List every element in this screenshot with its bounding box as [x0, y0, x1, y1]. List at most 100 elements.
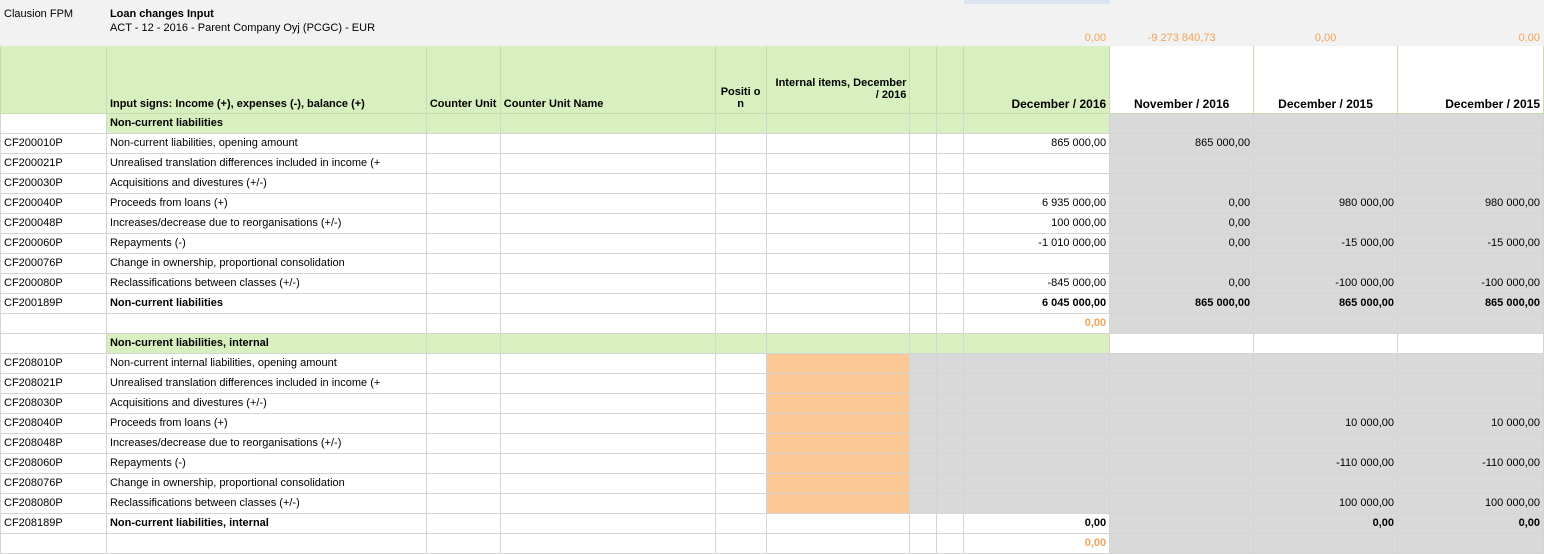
header-position: Positi on: [714, 45, 767, 114]
value-nov2016: [1109, 173, 1255, 194]
account-description: Increases/decrease due to reorganisation…: [105, 213, 427, 234]
spacer-cell: [909, 473, 938, 494]
value-nov2016: [1109, 253, 1255, 274]
spacer-cell: [936, 233, 965, 254]
total-row: CF208189P Non-current liabilities, intern…: [0, 513, 1544, 534]
data-row: CF208048P Increases/decrease due to reorg…: [0, 433, 1544, 454]
internal-items-cell: [765, 213, 911, 234]
counter-unit-cell[interactable]: [425, 133, 501, 154]
value-nov2016: 0,00: [1109, 213, 1255, 234]
account-code: CF208040P: [0, 413, 107, 434]
spacer-cell: [936, 393, 965, 414]
value-dec2015a: 100 000,00: [1253, 493, 1398, 514]
account-description: Change in ownership, proportional consol…: [105, 253, 427, 274]
value-dec2016[interactable]: 865 000,00: [963, 133, 1111, 154]
section-fill: [1109, 113, 1255, 134]
counter-unit-cell[interactable]: [425, 153, 501, 174]
position-cell: [714, 193, 767, 214]
value-dec2015b: -110 000,00: [1397, 453, 1544, 474]
account-description: Increases/decrease due to reorganisation…: [105, 433, 427, 454]
value-dec2015b: [1397, 353, 1544, 374]
value-dec2016: [963, 473, 1111, 494]
section-fill: [936, 333, 965, 354]
counter-unit-cell[interactable]: [425, 473, 501, 494]
account-code: CF200030P: [0, 173, 107, 194]
internal-items-cell: [765, 233, 911, 254]
position-cell: [714, 273, 767, 294]
internal-items-cell[interactable]: [765, 433, 911, 454]
section-fill: [425, 113, 501, 134]
empty-cell: [425, 293, 501, 314]
value-dec2015a: [1253, 353, 1398, 374]
value-dec2016[interactable]: -1 010 000,00: [963, 233, 1111, 254]
header-dec2015a: December / 2015: [1253, 45, 1398, 114]
loan-changes-grid: Clausion FPM Loan changes Input ACT - 12…: [0, 4, 1544, 554]
internal-items-cell[interactable]: [765, 353, 911, 374]
internal-items-cell[interactable]: [765, 393, 911, 414]
value-dec2015a: -15 000,00: [1253, 233, 1398, 254]
spacer-cell: [936, 413, 965, 434]
empty-cell: [714, 513, 767, 534]
section-title: Non-current liabilities: [105, 113, 427, 134]
counter-unit-cell[interactable]: [425, 213, 501, 234]
value-dec2016[interactable]: -845 000,00: [963, 273, 1111, 294]
counter-unit-cell[interactable]: [425, 233, 501, 254]
counter-unit-name-cell: [499, 353, 716, 374]
position-cell: [714, 233, 767, 254]
empty-cell: [936, 533, 965, 554]
value-dec2015a: [1253, 373, 1398, 394]
empty-cell: [936, 513, 965, 534]
counter-unit-name-cell: [499, 273, 716, 294]
value-nov2016: [1109, 453, 1255, 474]
spacer-cell: [936, 193, 965, 214]
counter-unit-cell[interactable]: [425, 453, 501, 474]
counter-unit-name-cell: [499, 413, 716, 434]
internal-items-cell[interactable]: [765, 493, 911, 514]
account-code: CF200040P: [0, 193, 107, 214]
info-row: Clausion FPM Loan changes Input ACT - 12…: [0, 4, 1544, 46]
counter-unit-name-cell: [499, 393, 716, 414]
header-input-signs: Input signs: Income (+), expenses (-), b…: [105, 45, 427, 114]
counter-unit-cell[interactable]: [425, 253, 501, 274]
counter-unit-cell[interactable]: [425, 193, 501, 214]
value-dec2016: [963, 173, 1111, 194]
counter-unit-cell[interactable]: [425, 413, 501, 434]
internal-items-cell: [765, 253, 911, 274]
empty-cell: [1397, 533, 1544, 554]
internal-items-cell[interactable]: [765, 473, 911, 494]
empty-cell: [765, 513, 911, 534]
internal-items-cell[interactable]: [765, 453, 911, 474]
header-nov2016: November / 2016: [1109, 45, 1255, 114]
counter-unit-cell[interactable]: [425, 273, 501, 294]
data-row: CF200080P Reclassifications between class…: [0, 273, 1544, 294]
section-fill: [1397, 333, 1544, 354]
counter-unit-cell[interactable]: [425, 433, 501, 454]
header-dec2015b: December / 2015: [1397, 45, 1544, 114]
account-description: Proceeds from loans (+): [105, 193, 427, 214]
counter-unit-cell[interactable]: [425, 353, 501, 374]
spreadsheet: Clausion FPM Loan changes Input ACT - 12…: [0, 0, 1544, 554]
value-dec2016[interactable]: 6 935 000,00: [963, 193, 1111, 214]
empty-cell: [499, 293, 716, 314]
spacer-cell: [909, 373, 938, 394]
check-value: 0,00: [963, 313, 1111, 334]
account-code: CF200080P: [0, 273, 107, 294]
empty-cell: [909, 513, 938, 534]
counter-unit-cell[interactable]: [425, 173, 501, 194]
empty-cell: [425, 533, 501, 554]
internal-items-cell: [765, 133, 911, 154]
counter-unit-cell[interactable]: [425, 393, 501, 414]
value-dec2015b: [1397, 153, 1544, 174]
empty-cell: [765, 533, 911, 554]
empty-cell: [1253, 533, 1398, 554]
spacer-cell: [936, 473, 965, 494]
value-dec2016[interactable]: 100 000,00: [963, 213, 1111, 234]
internal-items-cell[interactable]: [765, 373, 911, 394]
counter-unit-cell[interactable]: [425, 373, 501, 394]
value-dec2016: [963, 453, 1111, 474]
counter-unit-cell[interactable]: [425, 493, 501, 514]
spacer-cell: [909, 193, 938, 214]
value-nov2016: [1109, 473, 1255, 494]
internal-items-cell[interactable]: [765, 413, 911, 434]
value-dec2015a: -110 000,00: [1253, 453, 1398, 474]
